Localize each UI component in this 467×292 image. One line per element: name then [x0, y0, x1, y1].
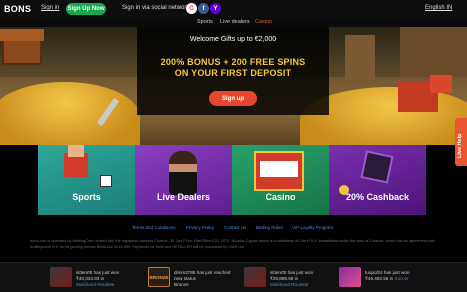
- bonus-line-1: 200% BONUS + 200 FREE SPINS: [160, 57, 306, 67]
- betting-rules-link[interactable]: Betting Rules: [256, 225, 283, 230]
- category-tiles: Sports Live Dealers Casino 20% Cashback: [38, 145, 426, 215]
- treasure-chest-illustration: [2, 37, 42, 65]
- welcome-text: Welcome Gifts up to €2,000: [189, 36, 277, 43]
- tab-sports[interactable]: Sports: [197, 19, 213, 25]
- bonus-line-2: ON YOUR FIRST DEPOSIT: [174, 68, 292, 78]
- cashback-box-illustration: [360, 150, 394, 184]
- sign-in-link[interactable]: Sign in: [41, 5, 59, 11]
- game-thumbnail: [50, 267, 72, 287]
- tile-cashback[interactable]: 20% Cashback: [329, 145, 426, 215]
- tile-cashback-label: 20% Cashback: [345, 192, 410, 202]
- bonus-headline: 200% BONUS + 200 FREE SPINS ON YOUR FIRS…: [137, 57, 329, 79]
- winners-ticker: sittenrt5 has just won ₹40,334.93 in Mul…: [0, 262, 467, 292]
- footer-links: Terms and Conditions Privacy Policy Cont…: [0, 225, 467, 233]
- terms-link[interactable]: Terms and Conditions: [132, 225, 176, 230]
- rock-pillar-illustration: [345, 35, 375, 80]
- contact-link[interactable]: Contact Us: [224, 225, 246, 230]
- yahoo-icon[interactable]: Y: [210, 3, 221, 14]
- ticker-item[interactable]: BRONZE dimm2786 has just reached new sta…: [148, 267, 248, 289]
- top-bar: BONS Sign in Sign Up Now Sign in via soc…: [0, 0, 467, 18]
- social-login-label: Sign in via social networks: [122, 5, 193, 11]
- ticker-item[interactable]: sittenrt5 has just won ₹40,334.93 in Mul…: [50, 267, 150, 289]
- rock-pillar-illustration: [400, 27, 467, 77]
- privacy-link[interactable]: Privacy Policy: [186, 225, 214, 230]
- coin-pile-illustration: [0, 82, 140, 145]
- tile-casino[interactable]: Casino: [232, 145, 329, 215]
- page: BONS Sign in Sign Up Now Sign in via soc…: [0, 0, 467, 292]
- google-icon[interactable]: G: [186, 3, 197, 14]
- ticker-game-link[interactable]: Soccer: [395, 276, 409, 281]
- ticker-game-link[interactable]: Multihand Roulette: [270, 282, 313, 288]
- tab-casino[interactable]: Casino: [255, 19, 272, 25]
- ticker-item[interactable]: sittenrt5 has just won ₹26,889.96 in Mul…: [244, 267, 344, 289]
- brand-logo[interactable]: BONS: [4, 4, 31, 14]
- footballer-head-illustration: [68, 145, 84, 157]
- tab-live-dealers[interactable]: Live dealers: [220, 19, 250, 25]
- tile-sports-label: Sports: [72, 192, 101, 202]
- vip-program-link[interactable]: VIP Loyalty Program: [292, 225, 333, 230]
- dealer-illustration: [169, 151, 197, 195]
- ball-icon: [100, 175, 112, 187]
- live-help-button[interactable]: Live Help: [455, 118, 467, 166]
- main-nav: Sports Live dealers Casino: [0, 18, 467, 27]
- game-thumbnail: [244, 267, 266, 287]
- ticker-text: sittenrt5 has just won ₹26,889.96 in Mul…: [270, 270, 313, 288]
- ticker-text: tuupol24 has just won ₹46,482.55 in Socc…: [365, 270, 409, 282]
- legal-text: bons.com is operated by NestingCom Limit…: [30, 239, 435, 249]
- facebook-icon[interactable]: f: [198, 3, 209, 14]
- sign-up-button[interactable]: Sign Up Now: [66, 3, 106, 15]
- dragon-head-illustration: [430, 75, 452, 93]
- ticker-amount: ₹40,334.93 in: [76, 276, 105, 281]
- slot-reels-illustration: [260, 161, 298, 177]
- ticker-text: dimm2786 has just reached new status Bro…: [174, 270, 230, 288]
- chest-lid-illustration: [0, 29, 44, 41]
- hero-banner: Welcome Gifts up to €2,000 200% BONUS + …: [0, 27, 467, 145]
- ticker-amount: ₹46,482.55 in: [365, 276, 394, 281]
- live-help-label: Live Help: [457, 133, 463, 158]
- ticker-item[interactable]: tuupol24 has just won ₹46,482.55 in Socc…: [339, 267, 449, 289]
- language-selector[interactable]: English IN: [425, 5, 452, 11]
- ticker-text: sittenrt5 has just won ₹40,334.93 in Mul…: [76, 270, 119, 288]
- tile-casino-label: Casino: [265, 192, 296, 202]
- ticker-status: Bronze: [174, 282, 189, 287]
- tile-sports[interactable]: Sports: [38, 145, 135, 215]
- bronze-badge-icon: BRONZE: [148, 267, 170, 287]
- ticker-game-link[interactable]: Multihand Roulette: [76, 282, 119, 288]
- game-thumbnail: [339, 267, 361, 287]
- tile-live-dealers[interactable]: Live Dealers: [135, 145, 232, 215]
- hero-sign-up-button[interactable]: Sign up: [209, 91, 257, 106]
- tile-live-dealers-label: Live Dealers: [156, 192, 211, 202]
